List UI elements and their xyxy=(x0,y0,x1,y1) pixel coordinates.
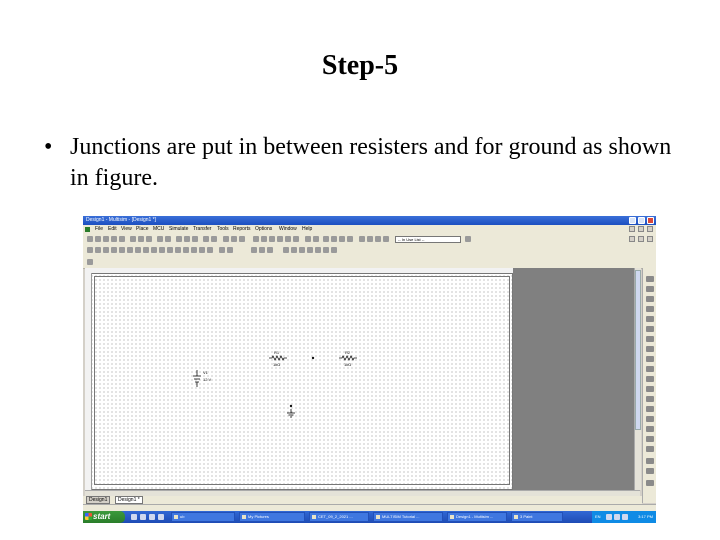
task-multisim-design[interactable]: Design1 - Multisim ... xyxy=(447,512,507,522)
network-analyzer-icon[interactable] xyxy=(646,406,654,412)
current-probe-icon[interactable] xyxy=(646,480,654,486)
oscilloscope-icon[interactable] xyxy=(646,306,654,312)
start-label: start xyxy=(93,512,111,521)
instruments-toolbar xyxy=(642,268,656,503)
spectrum-analyzer-icon[interactable] xyxy=(646,396,654,402)
resistor-r2[interactable] xyxy=(339,355,357,361)
frequency-counter-icon[interactable] xyxy=(646,336,654,342)
tray-network-icon[interactable] xyxy=(606,514,612,520)
task-multisim-tutorial[interactable]: MULTISIM Tutorial ... xyxy=(373,512,443,522)
measurement-probe-icon[interactable] xyxy=(646,458,654,464)
r1-value-label: 1kΩ xyxy=(273,362,281,367)
logic-analyzer-icon[interactable] xyxy=(646,356,654,362)
logic-converter-icon[interactable] xyxy=(646,366,654,372)
multisim-screenshot: Design1 - Multisim - [Design1 *] File Ed… xyxy=(83,216,656,523)
iv-analyzer-icon[interactable] xyxy=(646,376,654,382)
tray-volume-icon[interactable] xyxy=(614,514,620,520)
system-tray: EN 3:17 PM xyxy=(592,511,656,523)
windows-taskbar: start ub My Pictures CET_09_2_2021 ... M… xyxy=(83,511,656,523)
vertical-scrollbar[interactable] xyxy=(634,268,641,490)
distortion-analyzer-icon[interactable] xyxy=(646,386,654,392)
r1-ref-label: R1 xyxy=(274,350,280,355)
task-ub[interactable]: ub xyxy=(171,512,235,522)
design-tabs: Design1 Design1 * xyxy=(83,496,642,504)
ground-symbol[interactable] xyxy=(287,409,295,418)
tray-security-icon[interactable] xyxy=(622,514,628,520)
r2-ref-label: R2 xyxy=(345,350,351,355)
tray-clock: 3:17 PM xyxy=(638,514,653,519)
task-paint[interactable]: 3 Paint xyxy=(511,512,563,522)
word-generator-icon[interactable] xyxy=(646,346,654,352)
windows-logo-icon xyxy=(85,513,92,520)
v1-value-label: 12 V xyxy=(203,377,212,382)
quicklaunch-media-icon[interactable] xyxy=(140,514,146,520)
junction-dot-2[interactable] xyxy=(289,404,293,408)
agilent-oscilloscope-icon[interactable] xyxy=(646,436,654,442)
slide-title: Step-5 xyxy=(321,50,399,81)
multimeter-icon[interactable] xyxy=(646,276,654,282)
start-button[interactable]: start xyxy=(83,511,125,523)
task-cet-doc[interactable]: CET_09_2_2021 ... xyxy=(309,512,369,522)
function-generator-icon[interactable] xyxy=(646,286,654,292)
workspace-outside-area xyxy=(513,268,640,490)
bode-plotter-icon[interactable] xyxy=(646,326,654,332)
bullet-text: Junctions are put in between resisters a… xyxy=(70,134,672,191)
bullet-marker: • xyxy=(44,134,53,160)
resistor-r1[interactable] xyxy=(269,355,287,361)
junction-dot-1[interactable] xyxy=(311,356,315,360)
vertical-scroll-thumb[interactable] xyxy=(635,270,641,430)
tab-design1-active[interactable]: Design1 * xyxy=(115,496,143,504)
battery-v1[interactable] xyxy=(193,370,201,387)
r2-value-label: 1kΩ xyxy=(344,362,352,367)
labview-instrument-icon[interactable] xyxy=(646,468,654,474)
bullet-point: • Junctions are put in between resisters… xyxy=(44,132,684,194)
language-indicator[interactable]: EN xyxy=(595,511,601,523)
four-channel-oscilloscope-icon[interactable] xyxy=(646,316,654,322)
tab-design1[interactable]: Design1 xyxy=(86,496,111,504)
quicklaunch-browser-icon[interactable] xyxy=(131,514,137,520)
tektronix-oscilloscope-icon[interactable] xyxy=(646,446,654,452)
v1-ref-label: V1 xyxy=(203,370,208,375)
task-my-pictures[interactable]: My Pictures xyxy=(239,512,305,522)
quicklaunch-app-icon[interactable] xyxy=(158,514,164,520)
agilent-multimeter-icon[interactable] xyxy=(646,426,654,432)
agilent-generator-icon[interactable] xyxy=(646,416,654,422)
quicklaunch-desktop-icon[interactable] xyxy=(149,514,155,520)
wattmeter-icon[interactable] xyxy=(646,296,654,302)
